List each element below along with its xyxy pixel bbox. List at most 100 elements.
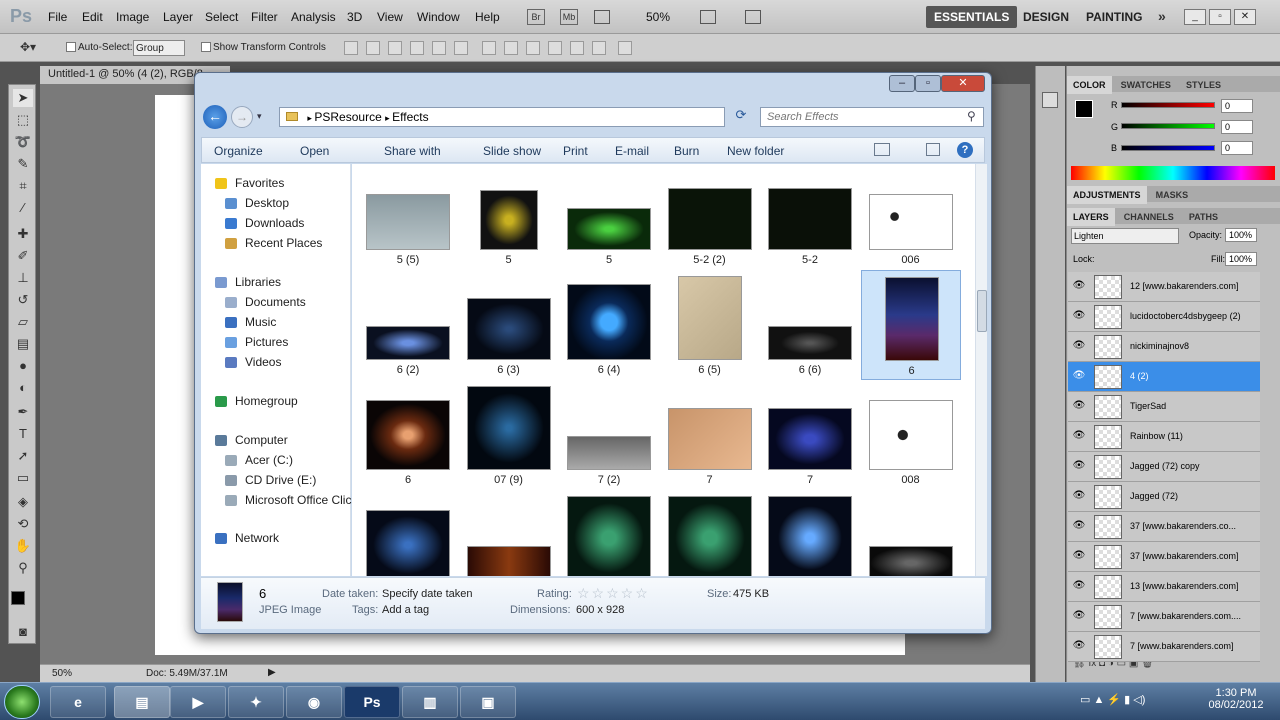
nav-item[interactable]: Music [245,315,276,329]
ps-minimize-button[interactable]: _ [1184,9,1206,25]
show-transform-checkbox[interactable] [201,42,211,52]
file-thumbnail[interactable]: 008 [861,380,961,490]
r-value[interactable]: 0 [1221,99,1253,113]
layer-row[interactable]: 👁 nickiminajnov8 [1068,332,1260,362]
workspace-essentials[interactable]: ESSENTIALS [926,6,1018,28]
preview-pane-icon[interactable] [926,143,940,156]
workspace-painting[interactable]: PAINTING [1078,6,1150,28]
blur-tool-icon[interactable]: ● [13,357,33,375]
arrange-icon[interactable] [700,10,716,24]
eye-icon[interactable]: 👁 [1072,640,1086,654]
g-value[interactable]: 0 [1221,120,1253,134]
file-thumbnail[interactable]: 006 [861,164,961,270]
align-top-icon[interactable] [344,41,358,55]
color-spectrum[interactable] [1071,166,1275,180]
b-slider[interactable] [1121,145,1215,151]
file-thumbnail[interactable]: 7 [660,380,760,490]
file-thumbnail[interactable]: 6 (5) [660,270,760,380]
nav-item[interactable]: Acer (C:) [245,453,293,467]
back-button[interactable]: ← [203,105,227,129]
nav-item[interactable]: Network [235,531,279,545]
distribute-top-icon[interactable] [482,41,496,55]
scroll-thumb[interactable] [977,290,987,332]
file-thumbnail[interactable]: 6 (3) [459,270,559,380]
move-tool-icon[interactable]: ✥▾ [20,40,36,54]
layer-row[interactable]: 👁 7 [www.bakarenders.com.... [1068,602,1260,632]
nav-item[interactable]: Downloads [245,216,304,230]
nav-item[interactable]: Desktop [245,196,289,210]
eye-icon[interactable]: 👁 [1072,340,1086,354]
file-thumbnail[interactable]: 8zw9b8vl (2) [559,490,659,576]
file-thumbnail[interactable]: 9 [861,490,961,576]
explorer-taskbar-icon[interactable]: ▤ [114,686,170,718]
photoshop-taskbar-icon[interactable]: Ps [344,686,400,718]
media-player-taskbar-icon[interactable]: ▶ [170,686,226,718]
crop-tool-icon[interactable]: ⌗ [13,177,33,195]
help-icon[interactable]: ? [957,142,973,158]
auto-select-dropdown[interactable]: Group [133,40,185,56]
layer-row[interactable]: 👁 12 [www.bakarenders.com] [1068,272,1260,302]
file-thumbnail[interactable]: 8 [358,490,458,576]
open-button[interactable]: Open [300,144,329,158]
address-bar[interactable]: ▸ PSResource ▸ Effects [279,107,725,127]
align-right-icon[interactable] [454,41,468,55]
tray-icons[interactable]: ▭ ▲ ⚡ ▮ ◁) [1080,693,1145,706]
file-thumbnail[interactable]: 5-2 [760,164,860,270]
fg-color-chip[interactable] [1075,100,1093,118]
file-thumbnail[interactable]: 5 [459,164,559,270]
workspace-design[interactable]: DESIGN [1015,6,1077,28]
file-thumbnail[interactable]: 7 [760,380,860,490]
layer-row[interactable]: 👁 lucidoctoberc4dsbygeep (2) [1068,302,1260,332]
menu-3d[interactable]: 3D [347,10,362,24]
file-thumbnail[interactable]: 5 [559,164,659,270]
tab-color[interactable]: COLOR [1067,76,1112,94]
ie-taskbar-icon[interactable]: e [50,686,106,718]
breadcrumb-psresource[interactable]: PSResource [314,110,381,124]
distribute-vcenter-icon[interactable] [504,41,518,55]
shape-tool-icon[interactable]: ▭ [13,469,33,487]
nav-item[interactable]: Videos [245,355,281,369]
fill-value[interactable]: 100% [1225,252,1257,266]
start-button[interactable] [4,685,40,719]
menu-view[interactable]: View [377,10,403,24]
r-slider[interactable] [1121,102,1215,108]
nav-item[interactable]: Documents [245,295,306,309]
lasso-tool-icon[interactable]: ➰ [13,133,33,151]
slide-show-button[interactable]: Slide show [483,144,541,158]
tab-swatches[interactable]: SWATCHES [1115,76,1177,94]
date-taken-value[interactable]: Specify date taken [382,588,473,600]
move-tool-icon[interactable]: ➤ [13,89,33,107]
file-thumbnail[interactable]: 7 (2) [559,380,659,490]
layer-row[interactable]: 👁 4 (2) [1068,362,1260,392]
explorer-minimize-button[interactable]: – [889,75,915,92]
workspace-more-icon[interactable]: » [1158,8,1166,24]
search-input[interactable]: Search Effects [760,107,984,127]
quick-select-tool-icon[interactable]: ✎ [13,155,33,173]
pen-tool-icon[interactable]: ✒ [13,403,33,421]
auto-select-checkbox[interactable] [66,42,76,52]
align-vcenter-icon[interactable] [366,41,380,55]
dodge-tool-icon[interactable]: ◐ [13,379,33,397]
file-thumbnail[interactable]: 6 [860,270,961,380]
eye-icon[interactable]: 👁 [1072,400,1086,414]
file-thumbnail[interactable]: 6 (4) [559,270,659,380]
hand-tool-icon[interactable]: ✋ [13,537,33,555]
eraser-tool-icon[interactable]: ▱ [13,313,33,331]
share-with-button[interactable]: Share with [384,144,441,158]
layer-row[interactable]: 👁 Jagged (72) copy [1068,452,1260,482]
type-tool-icon[interactable]: T [13,425,33,443]
eye-icon[interactable]: 👁 [1072,280,1086,294]
clock[interactable]: 1:30 PM 08/02/2012 [1196,687,1276,711]
breadcrumb-effects[interactable]: Effects [392,110,428,124]
tab-masks[interactable]: MASKS [1150,186,1195,204]
b-value[interactable]: 0 [1221,141,1253,155]
tab-channels[interactable]: CHANNELS [1118,208,1180,226]
ps-restore-button[interactable]: ▫ [1209,9,1231,25]
file-thumbnail[interactable]: 5 (5) [358,164,458,270]
explorer-close-button[interactable]: ✕ [941,75,985,92]
eye-icon[interactable]: 👁 [1072,430,1086,444]
3d-rotate-tool-icon[interactable]: ◈ [13,493,33,511]
align-hcenter-icon[interactable] [432,41,446,55]
menu-file[interactable]: File [48,10,67,24]
menu-image[interactable]: Image [116,10,149,24]
